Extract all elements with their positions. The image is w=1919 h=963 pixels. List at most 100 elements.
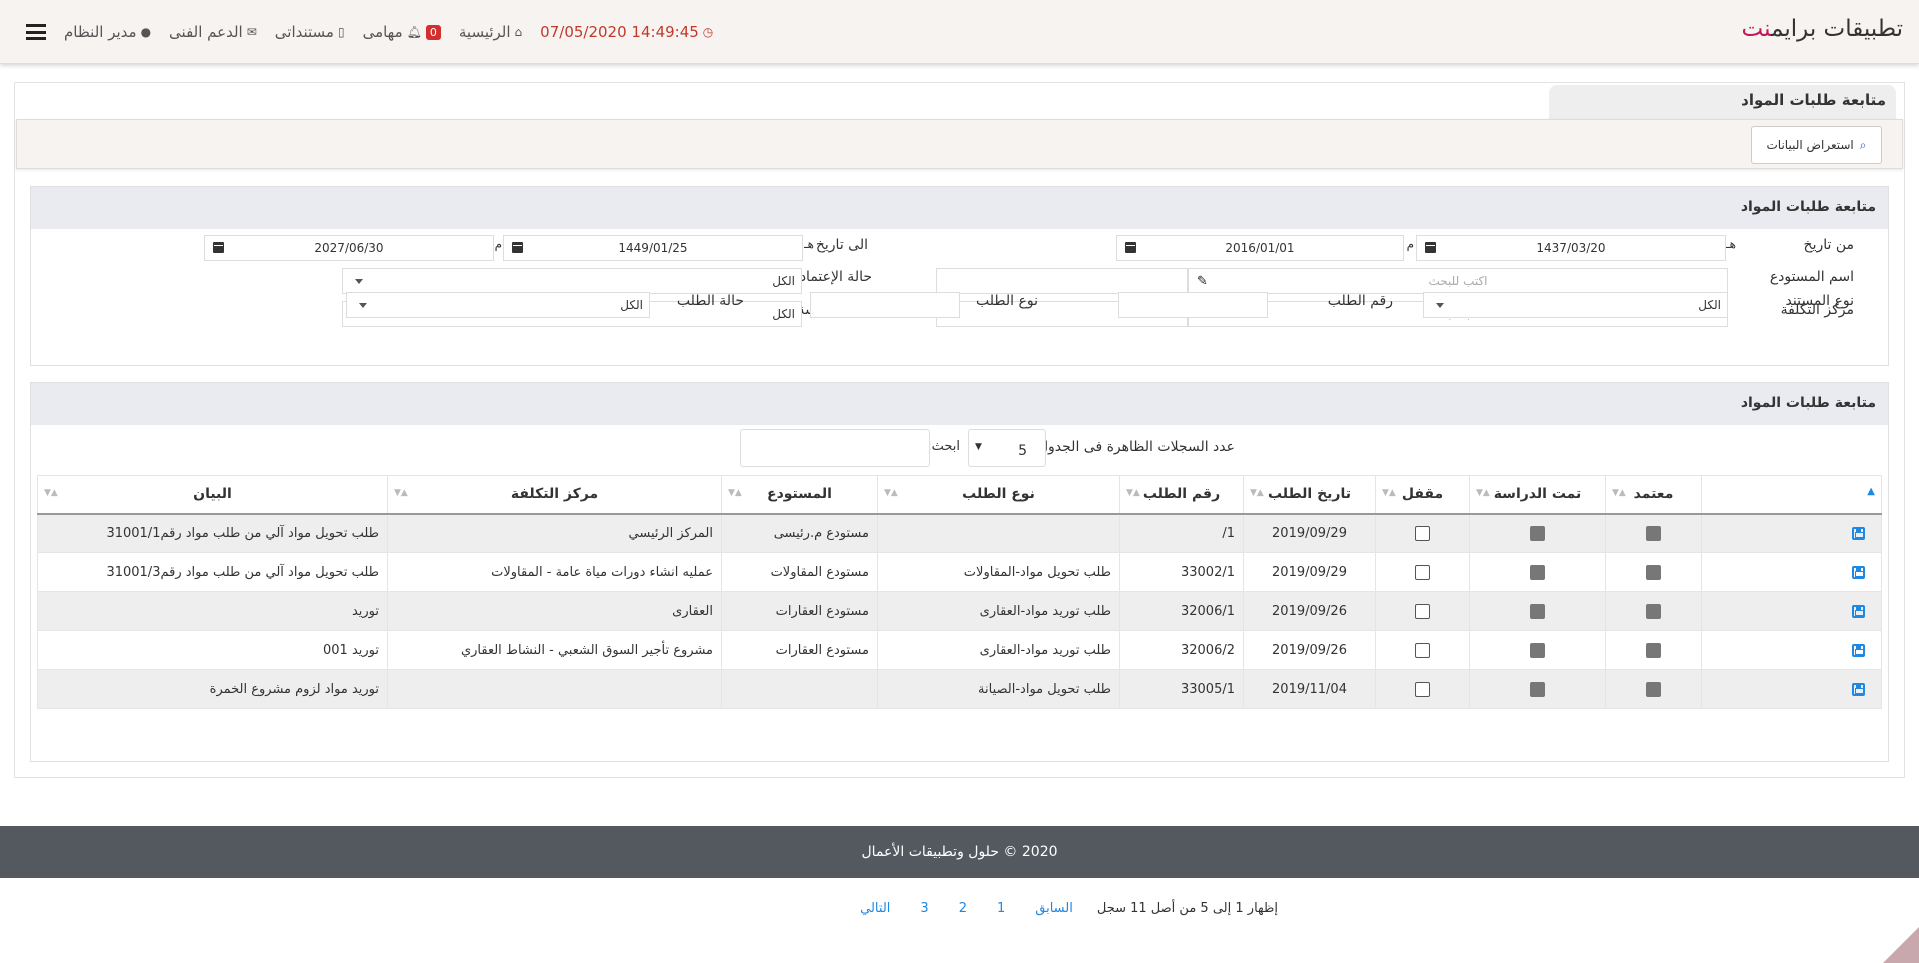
col-type[interactable]: نوع الطلب ▲▼ [877,475,1120,515]
results-panel-title: متابعة طلبات المواد [31,383,1888,425]
from-greg-value: 2016/01/01 [1225,241,1295,255]
col-studied[interactable]: تمت الدراسة ▲▼ [1469,475,1606,515]
calendar-icon[interactable] [213,242,224,253]
sort-icon: ▲▼ [1126,488,1140,498]
calendar-icon[interactable] [1425,242,1436,253]
col-actions[interactable]: ▲ [1701,475,1882,515]
calendar-icon[interactable] [1125,242,1136,253]
type-cell: طلب تحويل مواد-المقاولات [877,552,1120,592]
type-cell: طلب توريد مواد-العقارى [877,630,1120,670]
warehouse-search-input[interactable]: اكتب للبحث ✎ [1188,268,1728,294]
cost-center-cell: مشروع تأجير السوق الشعبي - النشاط العقار… [387,630,722,670]
to-hijri-date-input[interactable]: 1449/01/25 [503,235,803,261]
row-action-cell[interactable] [1701,630,1882,670]
date-cell: 2019/11/04 [1243,669,1376,709]
col-number[interactable]: رقم الطلب ▲▼ [1119,475,1244,515]
col-warehouse[interactable]: المستودع ▲▼ [721,475,878,515]
save-icon[interactable] [1852,643,1865,657]
retrieve-data-button[interactable]: ⌕ استعراض البيانات [1751,126,1882,164]
closed-cell [1375,591,1470,631]
date-cell: 2019/09/26 [1243,591,1376,631]
to-date-label: الى تاريخ [815,237,868,253]
save-icon[interactable] [1852,526,1865,540]
col-cost-center[interactable]: مركز التكلفة ▲▼ [387,475,722,515]
col-closed[interactable]: مقفل ▲▼ [1375,475,1470,515]
nav-tasks[interactable]: 0 🔔︎ مهامى [363,23,441,41]
col-description[interactable]: البيان ▲▼ [37,475,388,515]
warehouse-cell: مستودع المقاولات [721,552,878,592]
col-approved[interactable]: معتمد ▲▼ [1605,475,1702,515]
save-icon[interactable] [1852,565,1865,579]
description-cell: طلب تحويل مواد آلي من طلب مواد رقم31001/… [37,552,388,592]
description-cell: طلب تحويل مواد آلي من طلب مواد رقم31001/… [37,513,388,553]
studied-checkbox [1530,564,1545,580]
nav-support[interactable]: ✉ الدعم الفنى [169,23,257,41]
studied-checkbox [1530,642,1545,658]
nav-home[interactable]: ⌂ الرئيسية [459,23,522,41]
warehouse-name-display [936,268,1188,294]
brand-main: تطبيقات برايم [1771,16,1903,42]
pencil-icon[interactable]: ✎ [1197,274,1208,289]
studied-checkbox [1530,603,1545,619]
table-row[interactable]: 2019/11/04 33005/1 طلب تحويل مواد-الصيانة ت… [37,669,1882,709]
row-action-cell[interactable] [1701,513,1882,553]
brand-logo[interactable]: تطبيقات برايمنت [1742,16,1903,42]
page-tab[interactable]: متابعة طلبات المواد [1549,85,1896,119]
save-icon[interactable] [1852,604,1865,618]
home-icon: ⌂ [514,25,523,39]
col-date[interactable]: تاريخ الطلب ▲▼ [1243,475,1376,515]
row-action-cell[interactable] [1701,591,1882,631]
from-hijri-unit: هـ [1726,237,1736,251]
doc-type-select[interactable]: الكل [1423,292,1728,318]
to-greg-date-input[interactable]: 2027/06/30 [204,235,494,261]
pagination-prev[interactable]: السابق [1035,901,1073,916]
approved-checkbox [1646,525,1661,541]
nav-documents[interactable]: ▯ مستنداتى [275,23,345,41]
table-search-input[interactable] [740,429,930,467]
request-no-input[interactable] [1118,292,1268,318]
from-hijri-date-input[interactable]: 1437/03/20 [1416,235,1726,261]
top-nav: ◷ 14:49:45 07/05/2020 ⌂ الرئيسية 0 🔔︎ مه… [8,20,713,44]
sort-icon: ▲▼ [44,488,58,498]
approved-cell [1605,591,1702,631]
pagination-page-1[interactable]: 1 [997,901,1005,916]
table-row[interactable]: 2019/09/26 32006/1 طلب توريد مواد-العقارى م… [37,591,1882,631]
closed-checkbox [1415,525,1430,541]
footer-text: 2020 © حلول وتطبيقات الأعمال [861,844,1058,860]
row-action-cell[interactable] [1701,669,1882,709]
caret-down-icon [355,279,363,284]
pagination-next[interactable]: التالي [860,901,890,916]
closed-cell [1375,669,1470,709]
save-icon[interactable] [1852,682,1865,696]
nav-tasks-label: مهامى [362,23,403,41]
to-hijri-unit: هـ [804,237,814,251]
table-row[interactable]: 2019/09/26 32006/2 طلب توريد مواد-العقارى م… [37,630,1882,670]
request-status-value: الكل [620,298,643,312]
pagination-page-3[interactable]: 3 [920,901,928,916]
nav-user[interactable]: ● مدير النظام [64,23,151,41]
to-hijri-value: 1449/01/25 [618,241,688,255]
datetime-display: ◷ 14:49:45 07/05/2020 [540,23,713,41]
warehouse-cell: مستودع العقارات [721,591,878,631]
table-row[interactable]: 2019/09/29 33002/1 طلب تحويل مواد-المقاولا… [37,552,1882,592]
pagination: إظهار 1 إلى 5 من أصل 11 سجل السابق 1 2 3… [830,901,1278,916]
table-row[interactable]: 2019/09/29 1/مستودع م.رئيسى المركز الرئيسي… [37,513,1882,553]
calendar-icon[interactable] [512,242,523,253]
request-status-select[interactable]: الكل [346,292,650,318]
menu-toggle[interactable] [26,24,46,40]
sort-asc-icon: ▲ [1867,486,1875,497]
request-type-input[interactable] [810,292,960,318]
cost-center-cell: المركز الرئيسي [387,513,722,553]
scroll-top-corner[interactable] [1883,927,1919,963]
filters-panel-title: متابعة طلبات المواد [31,187,1888,229]
from-greg-date-input[interactable]: 2016/01/01 [1116,235,1404,261]
cost-center-cell: العقارى [387,591,722,631]
pagination-page-2[interactable]: 2 [959,901,967,916]
warehouse-cell: مستودع م.رئيسى [721,513,878,553]
from-greg-unit: م [1406,237,1414,251]
approval-status-select[interactable]: الكل [342,268,802,294]
page-size-select[interactable]: 5 ▼ [968,429,1046,467]
row-action-cell[interactable] [1701,552,1882,592]
page-size-label: عدد السجلات الظاهرة فى الجدول [1037,439,1235,455]
date-cell: 2019/09/26 [1243,630,1376,670]
